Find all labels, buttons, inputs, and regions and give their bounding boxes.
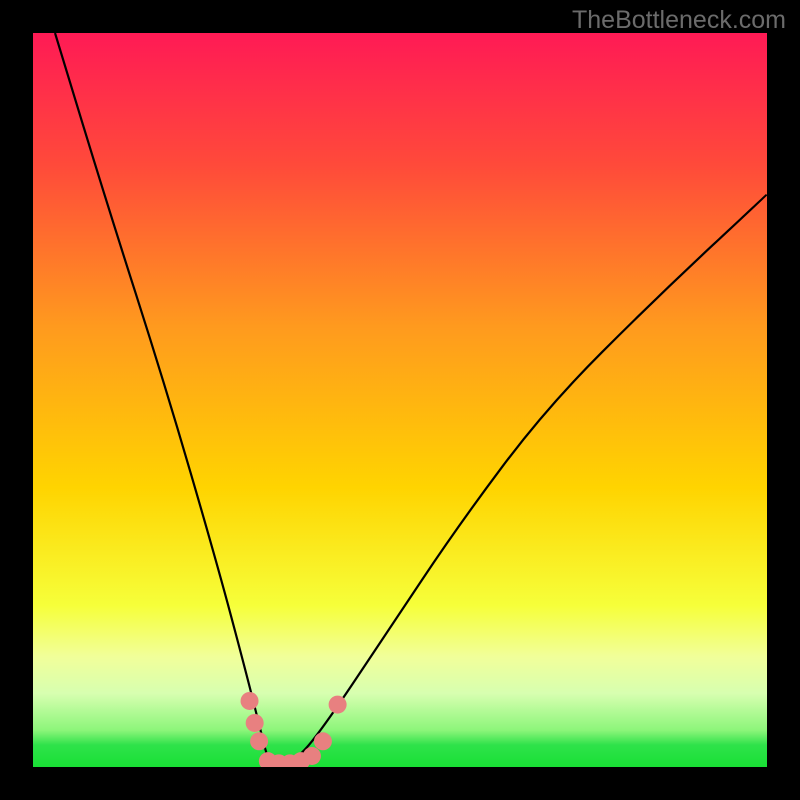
watermark-text: TheBottleneck.com [572,6,786,35]
marker-dot [303,747,321,765]
marker-dot [329,696,347,714]
bottleneck-curve [33,33,767,767]
marker-dot [250,732,268,750]
marker-group [241,692,347,767]
chart-frame: TheBottleneck.com [0,0,800,800]
plot-area [33,33,767,767]
marker-dot [314,732,332,750]
curve-left-path [55,33,275,767]
marker-dot [246,714,264,732]
marker-dot [241,692,259,710]
curve-right-path [275,194,767,767]
